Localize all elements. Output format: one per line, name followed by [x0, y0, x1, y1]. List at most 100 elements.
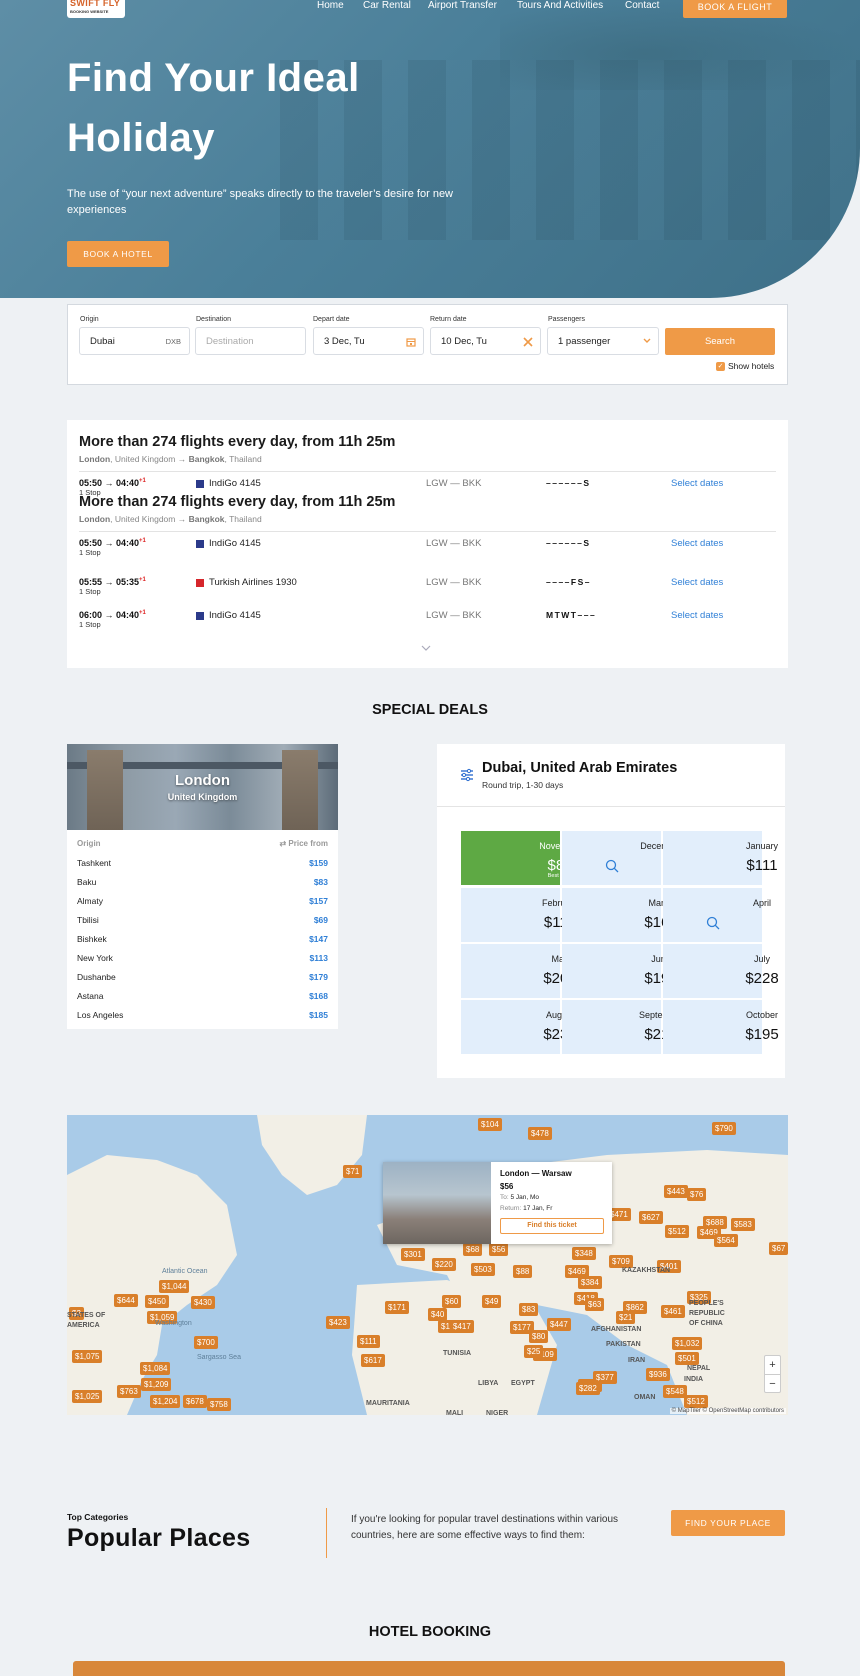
passengers-select[interactable]: 1 passenger	[547, 327, 659, 355]
price-pin[interactable]: $68	[463, 1243, 483, 1256]
month-cell[interactable]: March $162	[562, 888, 678, 942]
depart-date-input[interactable]: 3 Dec, Tu	[313, 327, 424, 355]
deal-row[interactable]: Tashkent $159	[77, 858, 328, 868]
price-pin[interactable]: $71	[343, 1165, 363, 1178]
site-logo[interactable]: SWIFT FLY BOOKING WEBSITE	[67, 0, 125, 18]
month-cell[interactable]: February $114	[461, 888, 578, 942]
price-pin[interactable]: $469	[565, 1265, 589, 1278]
nav-home[interactable]: Home	[317, 0, 344, 11]
price-pin[interactable]: $1,044	[159, 1280, 190, 1293]
price-pin[interactable]: $790	[712, 1122, 736, 1135]
price-pin[interactable]: $60	[442, 1295, 462, 1308]
price-pin[interactable]: $564	[714, 1234, 738, 1247]
price-pin[interactable]: $512	[665, 1225, 689, 1238]
price-pin[interactable]: $501	[675, 1352, 699, 1365]
price-pin[interactable]: $443	[664, 1185, 688, 1198]
price-pin[interactable]: $49	[482, 1295, 502, 1308]
zoom-out-button[interactable]: −	[765, 1374, 780, 1393]
price-pin[interactable]: $583	[731, 1218, 755, 1231]
price-pin[interactable]: $1,084	[140, 1362, 171, 1375]
month-cell[interactable]: May $205	[461, 944, 577, 998]
month-cell-best[interactable]: November $87 Best price	[461, 831, 581, 885]
month-cell[interactable]: August $230	[461, 1000, 577, 1054]
price-pin[interactable]: $1,025	[72, 1390, 103, 1403]
select-dates-link[interactable]: Select dates	[671, 577, 723, 588]
price-pin[interactable]: $1,204	[150, 1395, 181, 1408]
deal-row[interactable]: Dushanbe $179	[77, 972, 328, 982]
price-pin[interactable]: $301	[401, 1248, 425, 1261]
price-pin[interactable]: $25	[524, 1345, 544, 1358]
price-pin[interactable]: $80	[529, 1330, 549, 1343]
origin-input[interactable]: Dubai DXB	[79, 327, 190, 355]
return-date-input[interactable]: 10 Dec, Tu	[430, 327, 541, 355]
deal-row[interactable]: Baku $83	[77, 877, 328, 887]
price-pin[interactable]: $76	[687, 1188, 707, 1201]
nav-tours[interactable]: Tours And Activities	[517, 0, 603, 11]
deal-row[interactable]: New York $113	[77, 953, 328, 963]
find-your-place-button[interactable]: FIND YOUR PLACE	[671, 1510, 785, 1536]
price-pin[interactable]: $700	[194, 1336, 218, 1349]
select-dates-link[interactable]: Select dates	[671, 610, 723, 621]
map-attribution: © MapTiler © OpenStreetMap contributors	[669, 1408, 786, 1414]
price-pin[interactable]: $478	[528, 1127, 552, 1140]
deal-row[interactable]: Almaty $157	[77, 896, 328, 906]
month-cell[interactable]: June $199	[562, 944, 678, 998]
price-pin[interactable]: $512	[684, 1395, 708, 1408]
price-pin[interactable]: $1,075	[72, 1350, 103, 1363]
price-pin[interactable]: $21	[616, 1311, 636, 1324]
price-pin[interactable]: $678	[183, 1395, 207, 1408]
deal-row[interactable]: Los Angeles $185	[77, 1010, 328, 1020]
find-ticket-button[interactable]: Find this ticket	[500, 1218, 604, 1234]
clear-icon[interactable]	[523, 337, 533, 347]
price-pin[interactable]: $348	[572, 1247, 596, 1260]
price-pin[interactable]: $111	[357, 1335, 380, 1348]
deal-row[interactable]: Bishkek $147	[77, 934, 328, 944]
price-pin[interactable]: $1,209	[141, 1378, 172, 1391]
nav-airport-transfer[interactable]: Airport Transfer	[428, 0, 497, 11]
price-pin[interactable]: $282	[576, 1382, 600, 1395]
price-pin[interactable]: $503	[471, 1263, 495, 1276]
price-pin[interactable]: $423	[326, 1316, 350, 1329]
show-hotels-checkbox[interactable]: ✓ Show hotels	[716, 361, 774, 371]
month-cell[interactable]: January $111	[663, 831, 778, 885]
month-cell[interactable]: July $228	[663, 944, 779, 998]
price-pin[interactable]: $63	[585, 1298, 605, 1311]
select-dates-link[interactable]: Select dates	[671, 538, 723, 549]
price-pin[interactable]: $617	[361, 1354, 385, 1367]
price-pin[interactable]: $417	[450, 1320, 474, 1333]
zoom-in-button[interactable]: +	[765, 1356, 780, 1374]
price-pin[interactable]: $758	[207, 1398, 231, 1411]
search-icon	[605, 859, 619, 873]
price-pin[interactable]: $88	[513, 1265, 533, 1278]
month-cell[interactable]: September $213	[562, 1000, 683, 1054]
price-pin[interactable]: $220	[432, 1258, 456, 1271]
month-cell[interactable]: December	[562, 831, 682, 885]
select-dates-link[interactable]: Select dates	[671, 478, 723, 489]
price-pin[interactable]: $430	[191, 1296, 215, 1309]
nav-car-rental[interactable]: Car Rental	[363, 0, 411, 11]
destination-input[interactable]: Destination	[195, 327, 306, 355]
month-cell[interactable]: April	[663, 888, 771, 942]
price-pin[interactable]: $936	[646, 1368, 670, 1381]
price-pin[interactable]: $104	[478, 1118, 502, 1131]
price-pin[interactable]: $56	[489, 1243, 509, 1256]
book-flight-button[interactable]: BOOK A FLIGHT	[683, 0, 787, 18]
deal-row[interactable]: Tbilisi $69	[77, 915, 328, 925]
price-pin[interactable]: $83	[519, 1303, 539, 1316]
month-cell[interactable]: October $195	[663, 1000, 779, 1054]
price-pin[interactable]: $450	[145, 1295, 169, 1308]
price-pin[interactable]: $644	[114, 1294, 138, 1307]
price-map[interactable]: $104 $478 $790 $71 $443 $76 $471 $627 $688 $583 $5…	[67, 1115, 788, 1415]
book-hotel-button[interactable]: BOOK A HOTEL	[67, 241, 169, 267]
price-pin[interactable]: $447	[547, 1318, 571, 1331]
price-pin[interactable]: $1,032	[672, 1337, 703, 1350]
deal-row[interactable]: Astana $168	[77, 991, 328, 1001]
price-pin[interactable]: $171	[385, 1301, 409, 1314]
search-button[interactable]: Search	[665, 328, 775, 355]
chevron-down-icon[interactable]	[421, 645, 431, 652]
price-pin[interactable]: $461	[661, 1305, 685, 1318]
price-pin[interactable]: $627	[639, 1211, 663, 1224]
price-pin[interactable]: $67	[769, 1242, 788, 1255]
price-pin[interactable]: $763	[117, 1385, 141, 1398]
nav-contact[interactable]: Contact	[625, 0, 659, 11]
